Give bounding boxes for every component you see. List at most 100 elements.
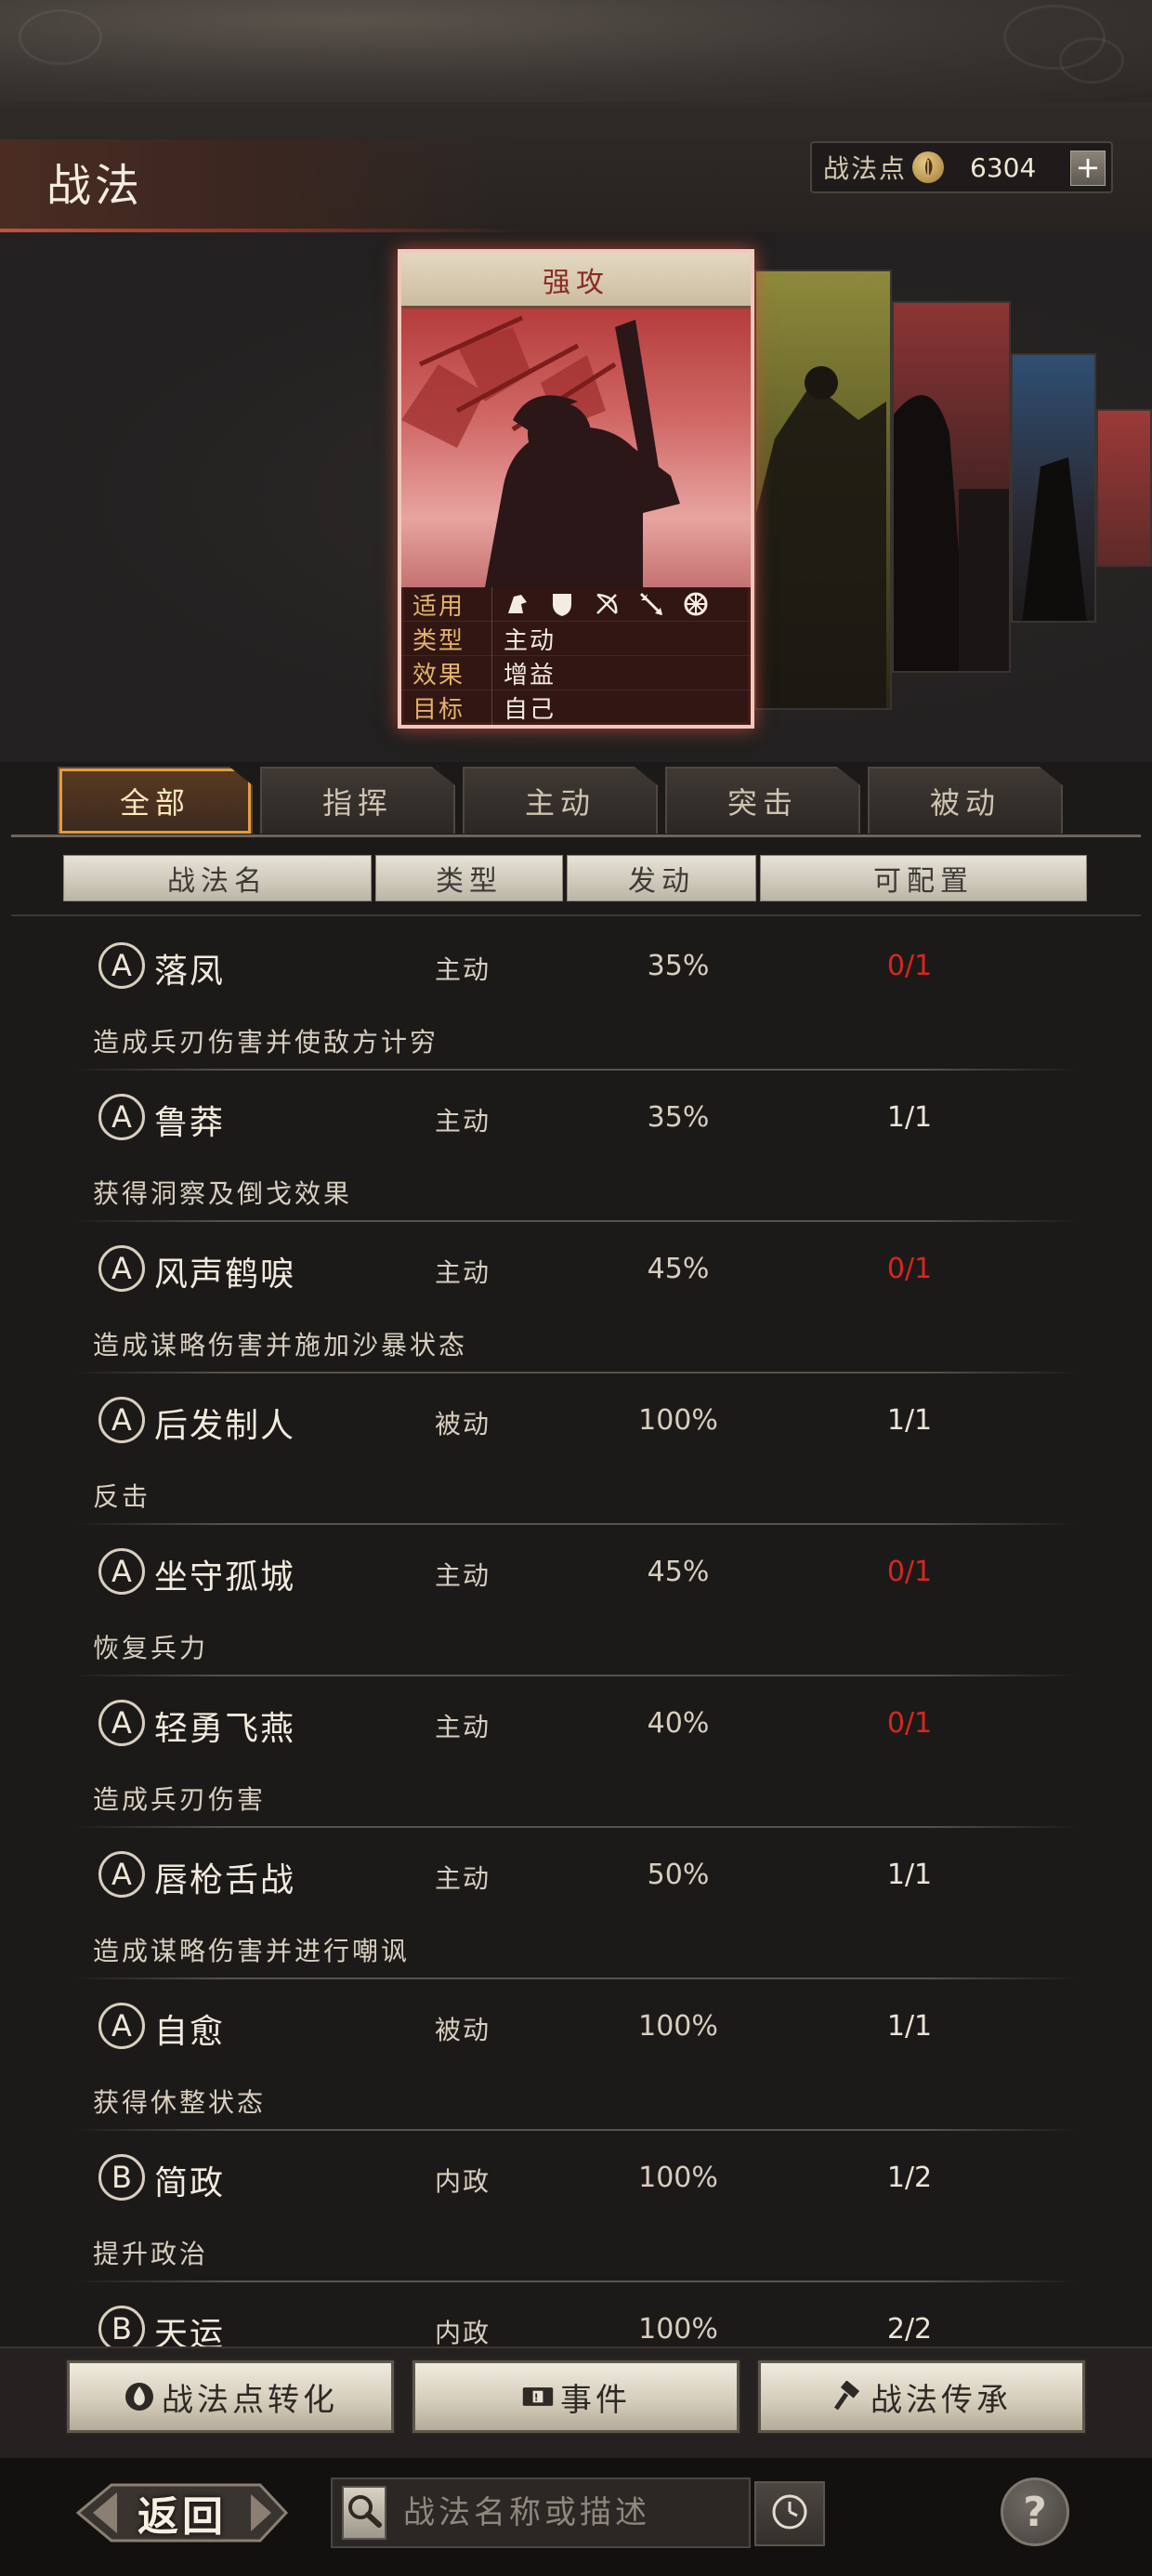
- skill-config: 1/1: [886, 2010, 933, 2043]
- skill-list[interactable]: A 落凤 主动 35% 0/1 造成兵刃伤害并使敌方计穷 A 鲁莽 主动 35%…: [0, 920, 1152, 2346]
- skill-type: 主动: [435, 954, 491, 985]
- search-icon: [344, 2492, 385, 2533]
- skill-rate: 35%: [647, 950, 710, 982]
- skill-description: 造成谋略伤害并施加沙暴状态: [93, 1330, 468, 1360]
- grade-badge: A: [98, 942, 145, 989]
- ticket-icon: !: [521, 2380, 555, 2413]
- skill-config: 1/2: [886, 2162, 933, 2194]
- skill-row[interactable]: A 鲁莽 主动 35% 1/1 获得洞察及倒戈效果: [74, 1071, 1078, 1222]
- hammer-icon: [831, 2380, 865, 2413]
- add-points-button[interactable]: +: [1070, 151, 1106, 186]
- skill-card-carousel[interactable]: 强攻 适用 类型 主动 效果 增益 目标 自己: [0, 232, 1152, 762]
- card-info-panel: 适用 类型 主动 效果 增益 目标 自己: [401, 586, 751, 725]
- soldiers-silhouette-icon: [894, 395, 1009, 671]
- skill-description: 获得休整状态: [93, 2087, 267, 2118]
- skill-name: 坐守孤城: [154, 1558, 296, 1597]
- skill-config: 0/1: [886, 1556, 933, 1588]
- card-row-value: 自己: [504, 696, 556, 724]
- search-button[interactable]: [342, 2486, 386, 2540]
- tab-active[interactable]: 主动: [463, 767, 658, 834]
- bow-icon: [593, 590, 621, 618]
- column-header-config[interactable]: 可配置: [760, 855, 1087, 901]
- skill-type: 主动: [435, 1257, 491, 1288]
- grade-badge: A: [98, 2003, 145, 2049]
- skill-row[interactable]: A 自愈 被动 100% 1/1 获得休整状态: [74, 1980, 1078, 2131]
- skill-name: 鲁莽: [154, 1104, 226, 1142]
- tab-divider: [11, 835, 1141, 837]
- card-skill-name: 强攻: [543, 266, 609, 299]
- skill-row[interactable]: B 简政 内政 100% 1/2 提升政治: [74, 2132, 1078, 2282]
- skill-rate: 50%: [647, 1859, 710, 1891]
- svg-text:!: !: [534, 2392, 543, 2404]
- back-label: 返回: [137, 2493, 227, 2541]
- tab-passive[interactable]: 被动: [868, 767, 1063, 834]
- skill-points-box: 战法点 6304 +: [810, 141, 1113, 193]
- skill-row[interactable]: A 后发制人 被动 100% 1/1 反击: [74, 1374, 1078, 1525]
- skill-card-secondary[interactable]: [754, 269, 892, 710]
- skill-row[interactable]: A 唇枪舌战 主动 50% 1/1 造成谋略伤害并进行嘲讽: [74, 1829, 1078, 1979]
- card-row-type: 类型 主动: [401, 621, 751, 656]
- skill-config: 0/1: [886, 950, 933, 982]
- search-box: [331, 2477, 803, 2548]
- convert-points-label: 战法点转化: [162, 2381, 338, 2419]
- skill-row[interactable]: A 风声鹤唳 主动 45% 0/1 造成谋略伤害并施加沙暴状态: [74, 1223, 1078, 1373]
- skill-type: 被动: [435, 1409, 491, 1439]
- back-button[interactable]: 返回: [74, 2479, 290, 2546]
- skill-description: 反击: [93, 1481, 151, 1512]
- help-button[interactable]: ?: [1001, 2477, 1069, 2546]
- grade-badge: A: [98, 1548, 145, 1595]
- skill-card-quaternary[interactable]: [1011, 353, 1096, 623]
- skill-card-tertiary[interactable]: [892, 301, 1011, 673]
- skill-points-label: 战法点: [823, 153, 908, 184]
- skill-row[interactable]: A 落凤 主动 35% 0/1 造成兵刃伤害并使敌方计穷: [74, 920, 1078, 1071]
- skill-name: 落凤: [154, 953, 226, 991]
- column-header-name[interactable]: 战法名: [63, 855, 372, 901]
- events-button[interactable]: ! 事件: [412, 2360, 740, 2433]
- tab-command[interactable]: 指挥: [260, 767, 455, 834]
- skill-row[interactable]: A 坐守孤城 主动 45% 0/1 恢复兵力: [74, 1526, 1078, 1676]
- spear-icon: [637, 590, 665, 618]
- inherit-skill-button[interactable]: 战法传承: [758, 2360, 1085, 2433]
- card-row-value: 主动: [504, 626, 556, 655]
- cavalry-icon: [504, 590, 531, 618]
- applicable-units: [492, 590, 710, 618]
- card-title-bar: 强攻: [401, 253, 751, 309]
- page-title: 战法: [46, 160, 144, 212]
- history-button[interactable]: [754, 2481, 825, 2546]
- column-header-type[interactable]: 类型: [375, 855, 563, 901]
- grade-badge: A: [98, 1700, 145, 1746]
- skill-name: 唇枪舌战: [154, 1861, 296, 1899]
- skill-rate: 100%: [638, 2010, 718, 2043]
- card-row-label: 目标: [401, 690, 492, 725]
- skill-name: 简政: [154, 2164, 226, 2202]
- column-header-rate[interactable]: 发动: [567, 855, 756, 901]
- grade-badge: A: [98, 1397, 145, 1443]
- header-divider: [11, 914, 1141, 916]
- skill-rate: 45%: [647, 1253, 710, 1285]
- skill-row[interactable]: A 轻勇飞燕 主动 40% 0/1 造成兵刃伤害: [74, 1677, 1078, 1828]
- skill-card-selected[interactable]: 强攻 适用 类型 主动 效果 增益 目标 自己: [398, 249, 754, 729]
- grade-badge: B: [98, 2306, 145, 2346]
- skill-rate: 35%: [647, 1101, 710, 1134]
- skill-type: 主动: [435, 1712, 491, 1742]
- skill-description: 造成兵刃伤害并使敌方计穷: [93, 1027, 439, 1058]
- skill-row[interactable]: B 天运 内政 100% 2/2: [74, 2283, 1078, 2346]
- skill-config: 1/1: [886, 1859, 933, 1891]
- grade-badge: B: [98, 2154, 145, 2201]
- grade-badge: A: [98, 1094, 145, 1140]
- skill-config: 1/1: [886, 1404, 933, 1437]
- tab-assault[interactable]: 突击: [665, 767, 860, 834]
- tab-all[interactable]: 全部: [58, 767, 253, 834]
- skill-name: 自愈: [154, 2013, 226, 2051]
- card-row-effect: 效果 增益: [401, 655, 751, 690]
- convert-points-button[interactable]: 战法点转化: [67, 2360, 394, 2433]
- skill-description: 造成谋略伤害并进行嘲讽: [93, 1936, 411, 1966]
- skill-rate: 100%: [638, 2162, 718, 2194]
- clock-icon: [770, 2492, 809, 2535]
- search-input[interactable]: [386, 2486, 803, 2540]
- skill-name: 天运: [154, 2316, 226, 2346]
- skill-config: 0/1: [886, 1707, 933, 1740]
- skill-card-fifth[interactable]: [1096, 409, 1152, 567]
- grade-badge: A: [98, 1851, 145, 1898]
- skill-rate: 100%: [638, 2313, 718, 2346]
